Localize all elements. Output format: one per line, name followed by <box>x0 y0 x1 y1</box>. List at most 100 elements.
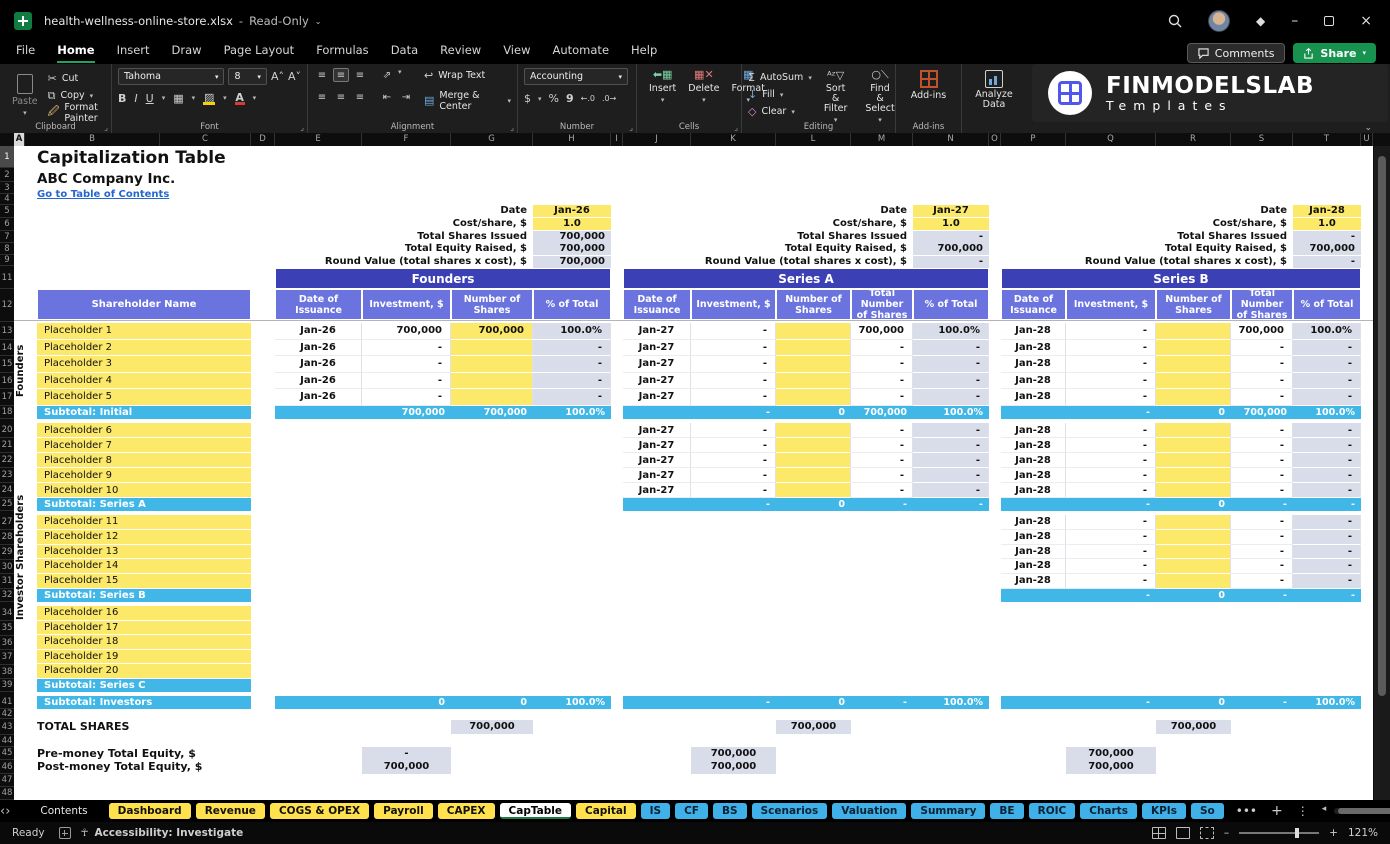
data-cell-series-a-b1-r0-c0[interactable]: Jan-27 <box>623 423 691 438</box>
data-cell-series-b-b2-r0-c1[interactable]: - <box>1066 515 1156 530</box>
minimize-button[interactable]: – <box>1291 13 1298 29</box>
data-cell-series-b-b2-r0-c3[interactable]: - <box>1231 515 1293 530</box>
font-dialog-launcher[interactable]: ⌟ <box>300 123 304 132</box>
investors-subtotal-cell-founders-c0[interactable] <box>275 696 362 709</box>
sort-filter-button[interactable]: ᴬᶻ▽Sort & Filter▾ <box>818 68 854 124</box>
shareholder-name-3[interactable]: Placeholder 3 <box>37 356 251 373</box>
row-header-20[interactable]: 20 <box>0 423 14 438</box>
align-bottom-button[interactable]: ≡ <box>352 68 368 82</box>
row-header-30[interactable]: 30 <box>0 560 14 574</box>
column-header-A[interactable]: A <box>14 133 25 146</box>
format-painter-button[interactable]: 🖉Format Painter <box>48 105 105 120</box>
post-money-value-series-b[interactable]: 700,000 <box>1066 760 1156 774</box>
data-cell-founders-b0-r4-c1[interactable]: - <box>362 389 451 406</box>
data-cell-series-b-b1-r2-c2[interactable] <box>1156 453 1231 468</box>
ribbon-tab-page-layout[interactable]: Page Layout <box>224 43 295 63</box>
column-header-M[interactable]: M <box>851 133 913 146</box>
data-cell-series-b-b2-r3-c0[interactable]: Jan-28 <box>1001 559 1066 574</box>
data-cell-series-b-b2-r1-c4[interactable]: - <box>1293 530 1361 545</box>
data-cell-series-b-b0-r1-c3[interactable]: - <box>1231 340 1293 357</box>
shareholder-name-11[interactable]: Placeholder 11 <box>37 515 251 530</box>
data-cell-series-a-b1-r0-c1[interactable]: - <box>691 423 776 438</box>
investors-subtotal-cell-series-a-c3[interactable]: - <box>851 696 913 709</box>
data-cell-series-b-b1-r1-c2[interactable] <box>1156 438 1231 453</box>
subtotal-cell-series-a-b1-c1[interactable]: - <box>691 498 776 511</box>
data-cell-series-b-b2-r2-c2[interactable] <box>1156 545 1231 560</box>
data-cell-founders-b0-r4-c3[interactable]: - <box>533 389 611 406</box>
row-header-28[interactable]: 28 <box>0 530 14 545</box>
row-header-5[interactable]: 5 <box>0 205 14 218</box>
sheet-tab-kpis[interactable]: KPIs <box>1142 803 1186 819</box>
investors-subtotal-cell-series-a-c1[interactable]: - <box>691 696 776 709</box>
data-cell-series-a-b0-r1-c2[interactable] <box>776 340 851 357</box>
row-header-43[interactable]: 43 <box>0 719 14 735</box>
sheet-tab-be[interactable]: BE <box>990 803 1023 819</box>
data-cell-series-b-b0-r0-c1[interactable]: - <box>1066 323 1156 340</box>
shareholder-name-18[interactable]: Placeholder 18 <box>37 635 251 650</box>
info-value-series-b-1[interactable]: 1.0 <box>1293 218 1361 230</box>
column-header-R[interactable]: R <box>1156 133 1231 146</box>
data-cell-series-b-b2-r3-c3[interactable]: - <box>1231 559 1293 574</box>
data-cell-series-a-b0-r1-c0[interactable]: Jan-27 <box>623 340 691 357</box>
investors-subtotal-cell-founders-c3[interactable]: 100.0% <box>533 696 611 709</box>
info-value-series-a-2[interactable]: - <box>913 231 989 243</box>
zoom-level[interactable]: 121% <box>1348 827 1378 839</box>
subtotal-cell-series-b-b0-c3[interactable]: 700,000 <box>1231 406 1293 419</box>
sheet-tab-roic[interactable]: ROIC <box>1029 803 1076 819</box>
align-center-button[interactable]: ≡ <box>333 90 349 104</box>
data-cell-series-a-b1-r1-c4[interactable]: - <box>913 438 989 453</box>
sheet-tab-bs[interactable]: BS <box>713 803 747 819</box>
investors-subtotal-cell-series-a-c0[interactable] <box>623 696 691 709</box>
shareholder-name-20[interactable]: Placeholder 20 <box>37 664 251 679</box>
data-cell-series-b-b2-r4-c4[interactable]: - <box>1293 574 1361 589</box>
shareholder-name-15[interactable]: Placeholder 15 <box>37 574 251 589</box>
row-header-7[interactable]: 7 <box>0 231 14 243</box>
shareholder-name-16[interactable]: Placeholder 16 <box>37 606 251 621</box>
row-header-14[interactable]: 14 <box>0 340 14 356</box>
row-header-8[interactable]: 8 <box>0 243 14 255</box>
subtotal-cell-series-b-b2-c1[interactable]: - <box>1066 589 1156 602</box>
data-cell-series-a-b1-r0-c2[interactable] <box>776 423 851 438</box>
pre-money-value-series-b[interactable]: 700,000 <box>1066 747 1156 760</box>
subtotal-name-0[interactable]: Subtotal: Initial <box>37 406 251 419</box>
sheet-tab-capital[interactable]: Capital <box>576 803 636 819</box>
data-cell-series-b-b2-r1-c3[interactable]: - <box>1231 530 1293 545</box>
data-cell-series-b-b1-r1-c0[interactable]: Jan-28 <box>1001 438 1066 453</box>
column-header-E[interactable]: E <box>275 133 362 146</box>
column-header-Q[interactable]: Q <box>1066 133 1156 146</box>
data-cell-founders-b0-r0-c0[interactable]: Jan-26 <box>275 323 362 340</box>
subtotal-cell-series-b-b1-c0[interactable] <box>1001 498 1066 511</box>
data-cell-series-a-b0-r1-c1[interactable]: - <box>691 340 776 357</box>
align-right-button[interactable]: ≡ <box>352 90 368 104</box>
sheet-tab-captable[interactable]: CapTable <box>500 803 571 819</box>
ribbon-tab-view[interactable]: View <box>503 43 530 63</box>
row-header-44[interactable]: 44 <box>0 735 14 747</box>
data-cell-series-b-b0-r4-c4[interactable]: - <box>1293 389 1361 406</box>
info-value-founders-1[interactable]: 1.0 <box>533 218 611 230</box>
data-cell-series-b-b0-r0-c2[interactable] <box>1156 323 1231 340</box>
row-header-42[interactable]: 42 <box>0 709 14 719</box>
data-cell-series-b-b2-r2-c0[interactable]: Jan-28 <box>1001 545 1066 560</box>
row-header-9[interactable]: 9 <box>0 255 14 266</box>
data-cell-series-a-b1-r1-c2[interactable] <box>776 438 851 453</box>
row-header-11[interactable]: 11 <box>0 268 14 289</box>
data-cell-series-a-b1-r3-c1[interactable]: - <box>691 468 776 483</box>
investors-subtotal-cell-founders-c2[interactable]: 0 <box>451 696 533 709</box>
data-cell-series-a-b0-r2-c2[interactable] <box>776 356 851 373</box>
data-cell-series-b-b0-r2-c3[interactable]: - <box>1231 356 1293 373</box>
ribbon-tab-file[interactable]: File <box>16 43 35 63</box>
column-header-U[interactable]: U <box>1361 133 1373 146</box>
align-middle-button[interactable]: ≡ <box>333 68 349 82</box>
data-cell-series-a-b0-r2-c3[interactable]: - <box>851 356 913 373</box>
data-cell-series-a-b1-r2-c3[interactable]: - <box>851 453 913 468</box>
ribbon-tab-formulas[interactable]: Formulas <box>316 43 369 63</box>
subtotal-cell-series-b-b2-c2[interactable]: 0 <box>1156 589 1231 602</box>
vertical-scrollbar[interactable] <box>1374 146 1390 800</box>
wrap-text-button[interactable]: ↩Wrap Text <box>424 68 511 83</box>
data-cell-series-b-b1-r1-c3[interactable]: - <box>1231 438 1293 453</box>
row-header-2[interactable]: 2 <box>0 168 14 182</box>
shareholder-name-9[interactable]: Placeholder 9 <box>37 468 251 483</box>
data-cell-series-b-b1-r1-c1[interactable]: - <box>1066 438 1156 453</box>
post-money-value-series-a[interactable]: 700,000 <box>691 760 776 774</box>
zoom-out-button[interactable]: – <box>1224 827 1229 839</box>
